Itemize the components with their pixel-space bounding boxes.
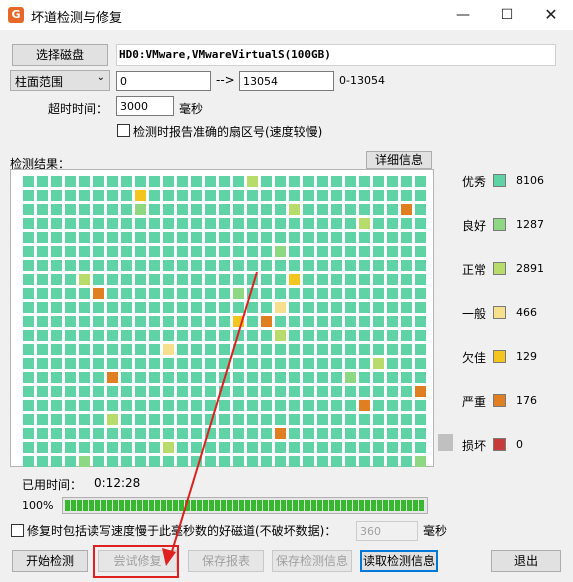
annotation-arrow	[162, 271, 258, 566]
